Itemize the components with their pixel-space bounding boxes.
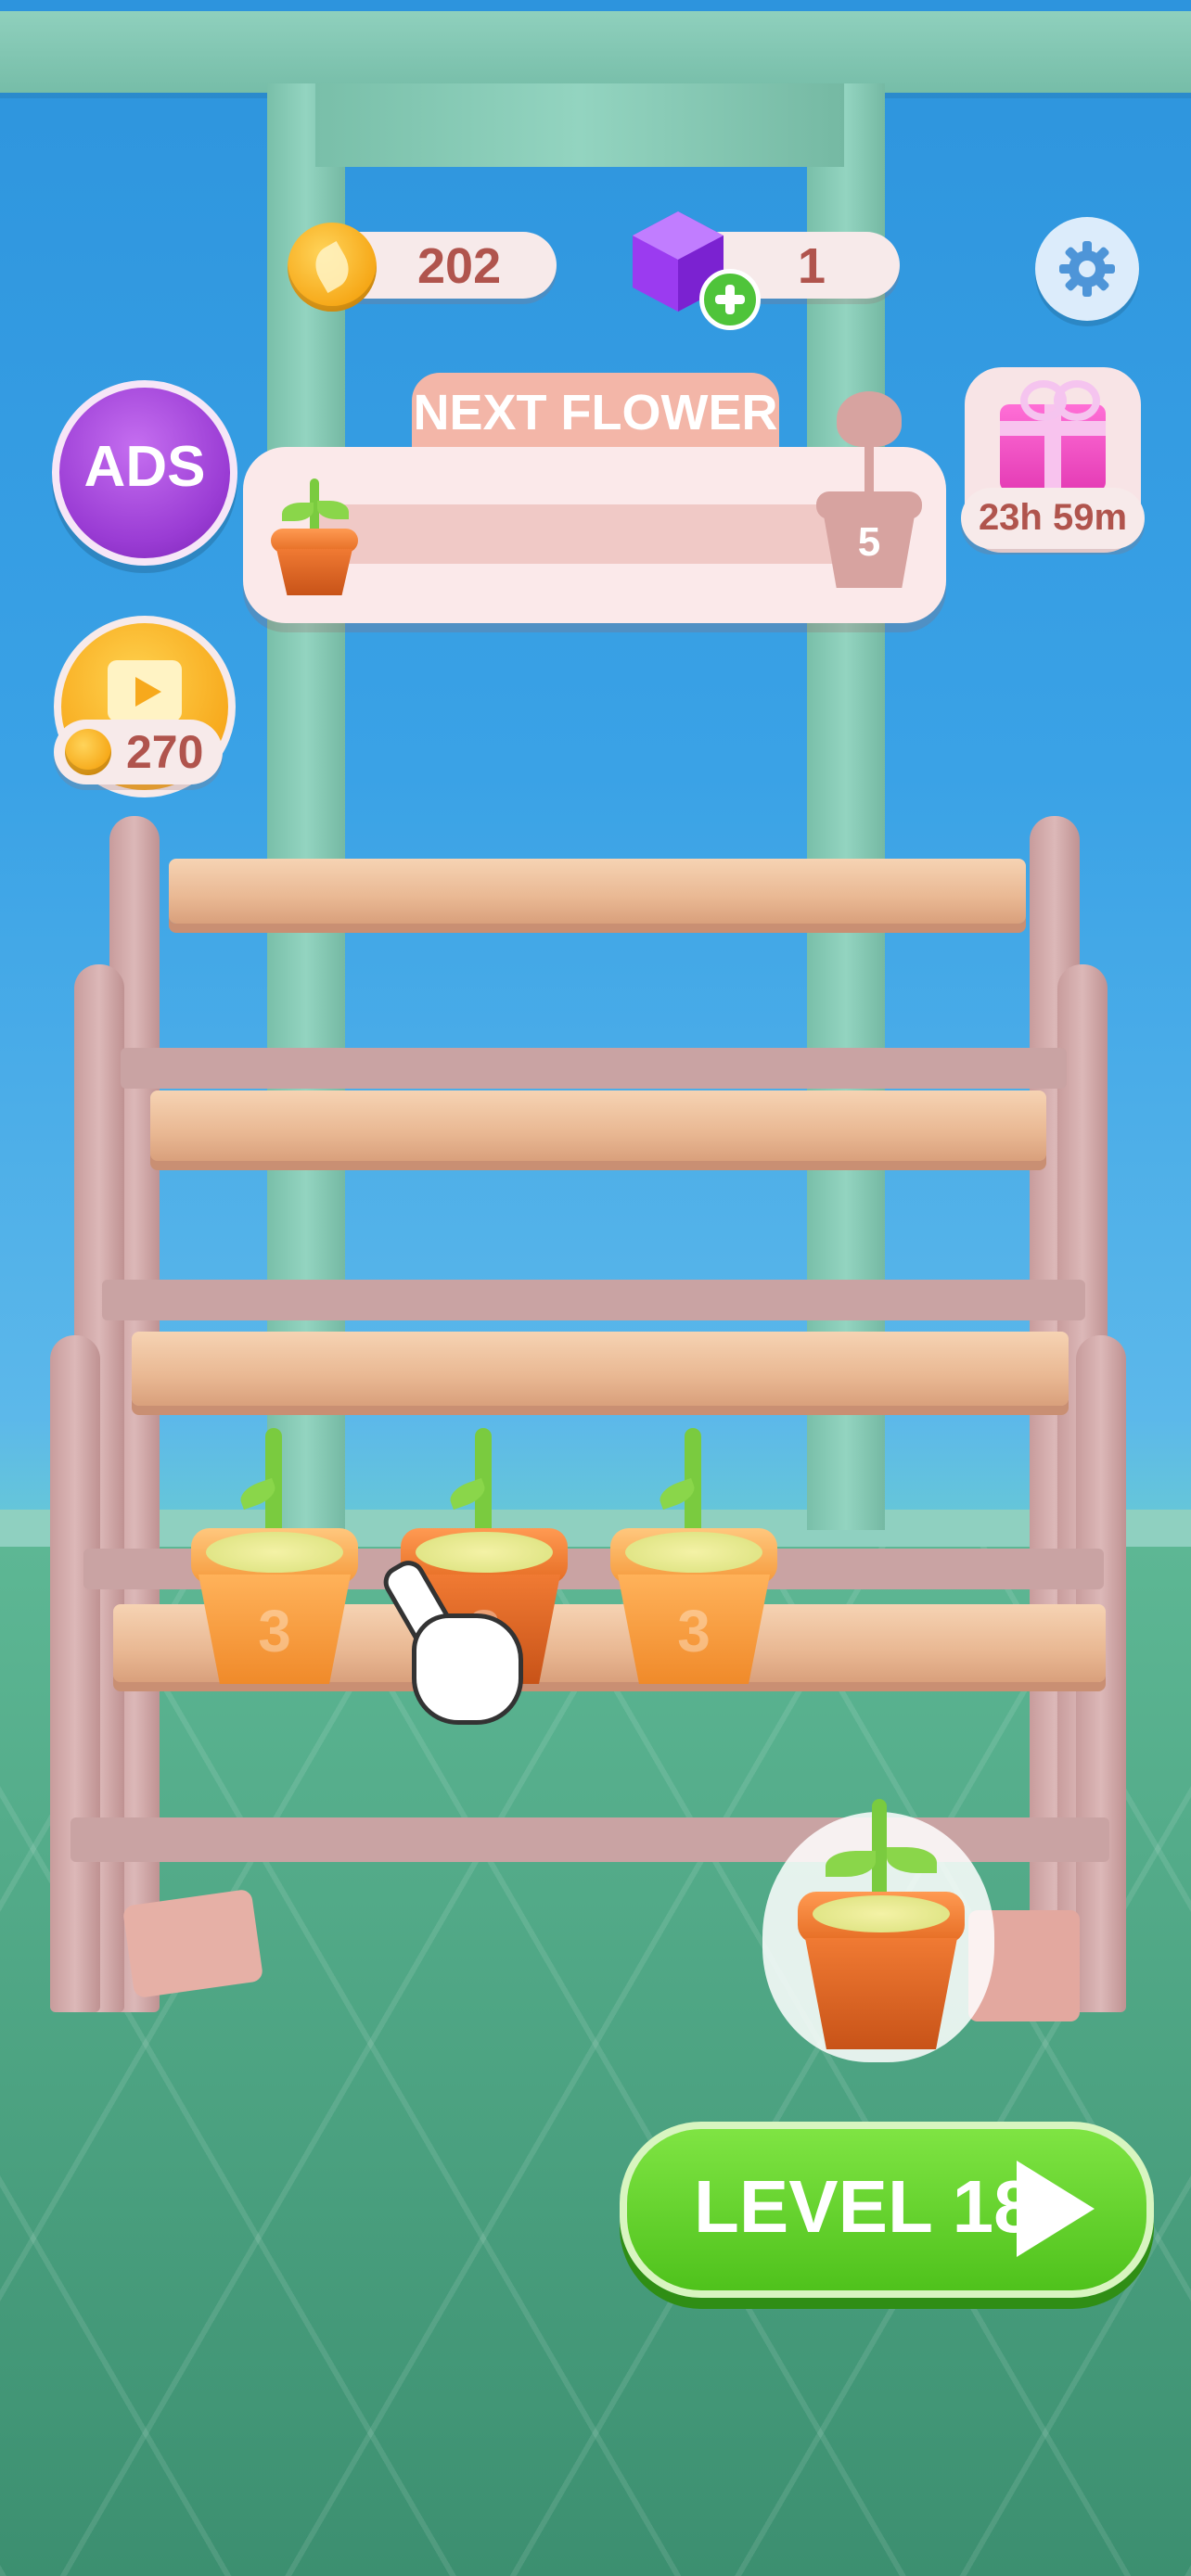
gear-icon <box>1059 241 1115 297</box>
hand-pointer-icon <box>375 1554 523 1725</box>
flower-pot-3[interactable]: 3 <box>610 1419 777 1688</box>
gift-timer: 23h 59m <box>978 497 1128 538</box>
gift-icon <box>1000 380 1106 491</box>
video-reward-pill: 270 <box>54 720 223 784</box>
ads-button[interactable]: ADS <box>52 380 237 566</box>
next-flower-panel: 5 <box>243 391 946 623</box>
shelf-tier-3 <box>132 1332 1069 1406</box>
next-flower-header: NEXT FLOWER <box>412 373 779 447</box>
video-icon <box>108 660 182 721</box>
next-flower-progress-track <box>317 504 864 564</box>
flower-pot-1[interactable]: 3 <box>191 1419 358 1688</box>
pot-level: 3 <box>258 1598 291 1664</box>
current-flower-pot <box>265 475 364 595</box>
play-level-label: LEVEL 18 <box>694 2165 1035 2248</box>
doorframe-top <box>315 83 844 167</box>
coin-amount: 202 <box>417 238 502 294</box>
gift-timer-pill: 23h 59m <box>961 488 1145 549</box>
shelf-tier-1 <box>169 859 1026 924</box>
next-flower-label: NEXT FLOWER <box>413 385 778 440</box>
ads-label: ADS <box>83 435 206 499</box>
target-count: 5 <box>857 519 881 565</box>
coin-leaf-icon <box>288 223 377 312</box>
settings-button[interactable] <box>1035 217 1139 321</box>
play-level-button[interactable]: LEVEL 18 <box>620 2122 1154 2298</box>
play-icon <box>1017 2161 1095 2257</box>
gift-button[interactable]: 23h 59m <box>961 367 1145 553</box>
coin-leaf-icon <box>65 729 111 775</box>
video-reward-amount: 270 <box>126 726 204 778</box>
ceiling-beam <box>0 11 1191 93</box>
plus-icon[interactable] <box>699 269 761 330</box>
gem-amount: 1 <box>798 238 826 294</box>
target-flower-silhouette: 5 <box>809 391 929 595</box>
shelf-tier-2 <box>150 1090 1046 1161</box>
reward-flower-pot <box>798 1799 965 2059</box>
pot-level: 3 <box>677 1598 711 1664</box>
brick <box>122 1888 264 1999</box>
